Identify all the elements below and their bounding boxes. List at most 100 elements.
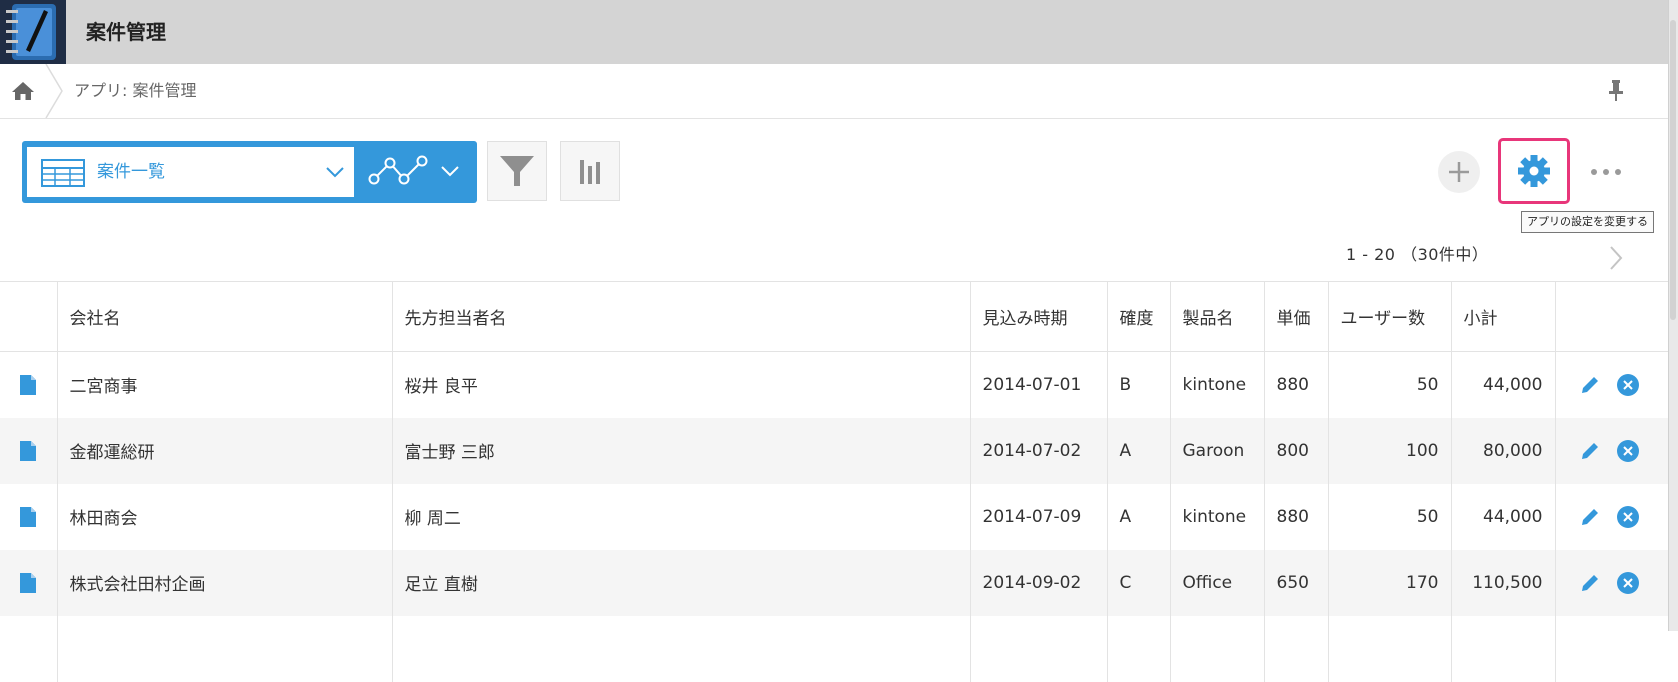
document-icon[interactable]	[19, 506, 37, 528]
pin-icon[interactable]	[1606, 78, 1626, 102]
delete-icon[interactable]	[1616, 505, 1640, 529]
scrollbar[interactable]	[1670, 20, 1676, 320]
chevron-down-icon	[441, 166, 459, 177]
filter-icon	[500, 156, 534, 186]
cell-empty	[392, 615, 971, 682]
cell-date: 2014-07-09	[970, 483, 1108, 550]
column-header-icon	[0, 281, 58, 352]
cell-company: 林田商会	[57, 483, 393, 550]
cell-empty	[1328, 615, 1452, 682]
cell-empty	[1451, 615, 1556, 682]
cell-certainty: A	[1107, 483, 1171, 550]
cell-company: 株式会社田村企画	[57, 549, 393, 616]
cell-users: 100	[1328, 417, 1452, 484]
column-header[interactable]: 先方担当者名	[392, 281, 971, 352]
table-row: 金都運総研 富士野 三郎 2014-07-02 A Garoon 800 100…	[0, 417, 1668, 484]
cell-date: 2014-09-02	[970, 549, 1108, 616]
home-icon[interactable]	[10, 80, 36, 102]
cell-subtotal: 110,500	[1451, 549, 1556, 616]
filter-button[interactable]	[487, 141, 547, 201]
column-header[interactable]: 見込み時期	[970, 281, 1108, 352]
chevron-down-icon	[326, 167, 344, 178]
pencil-icon[interactable]	[1578, 439, 1602, 463]
pagination-count: 1 - 20 （30件中）	[1346, 245, 1489, 264]
record-icon-cell	[0, 549, 58, 616]
column-header[interactable]: 会社名	[57, 281, 393, 352]
table-row: 二宮商事 桜井 良平 2014-07-01 B kintone 880 50 4…	[0, 351, 1668, 418]
cell-contact: 足立 直樹	[392, 549, 971, 616]
view-selector-group: 案件一覧	[22, 141, 477, 203]
delete-icon[interactable]	[1616, 439, 1640, 463]
document-icon[interactable]	[19, 572, 37, 594]
table-row: 林田商会 柳 周二 2014-07-09 A kintone 880 50 44…	[0, 483, 1668, 550]
record-icon-cell	[0, 483, 58, 550]
cell-empty	[1107, 615, 1171, 682]
column-header[interactable]: 単価	[1264, 281, 1329, 352]
cell-empty	[970, 615, 1108, 682]
cell-price: 880	[1264, 483, 1329, 550]
document-icon[interactable]	[19, 440, 37, 462]
cell-contact: 富士野 三郎	[392, 417, 971, 484]
breadcrumb-separator	[45, 64, 63, 118]
settings-tooltip: アプリの設定を変更する	[1521, 211, 1654, 233]
cell-date: 2014-07-02	[970, 417, 1108, 484]
cell-contact: 桜井 良平	[392, 351, 971, 418]
document-icon[interactable]	[19, 374, 37, 396]
cell-empty	[1555, 615, 1668, 682]
cell-certainty: C	[1107, 549, 1171, 616]
cell-users: 50	[1328, 351, 1452, 418]
app-settings-button[interactable]	[1498, 138, 1570, 204]
cell-price: 800	[1264, 417, 1329, 484]
cell-users: 50	[1328, 483, 1452, 550]
records-table: 会社名 先方担当者名 見込み時期 確度 製品名 単価 ユーザー数 小計 二宮商事…	[0, 281, 1668, 682]
cell-contact: 柳 周二	[392, 483, 971, 550]
column-header[interactable]: ユーザー数	[1328, 281, 1452, 352]
record-icon-cell	[0, 417, 58, 484]
chevron-right-icon[interactable]	[1604, 244, 1628, 272]
cell-product: kintone	[1170, 483, 1265, 550]
column-header[interactable]: 小計	[1451, 281, 1556, 352]
view-select-label: 案件一覧	[97, 162, 165, 182]
cell-price: 880	[1264, 351, 1329, 418]
cell-date: 2014-07-01	[970, 351, 1108, 418]
pencil-icon[interactable]	[1578, 373, 1602, 397]
column-header[interactable]: 製品名	[1170, 281, 1265, 352]
more-icon[interactable]	[1588, 163, 1624, 181]
cell-price: 650	[1264, 549, 1329, 616]
column-header[interactable]: 確度	[1107, 281, 1171, 352]
cell-certainty: A	[1107, 417, 1171, 484]
delete-icon[interactable]	[1616, 571, 1640, 595]
table-row-partial	[0, 615, 1668, 682]
gear-icon	[1518, 155, 1550, 187]
row-actions	[1555, 483, 1668, 550]
app-title: 案件管理	[86, 20, 166, 44]
cell-empty	[1170, 615, 1265, 682]
record-icon-cell	[0, 351, 58, 418]
graph-view-button[interactable]	[360, 147, 474, 197]
cell-product: Office	[1170, 549, 1265, 616]
add-record-button[interactable]	[1438, 151, 1480, 193]
breadcrumb-app-link[interactable]: アプリ: 案件管理	[74, 64, 196, 118]
cell-users: 170	[1328, 549, 1452, 616]
table-view-icon	[41, 159, 85, 187]
row-actions	[1555, 549, 1668, 616]
view-select[interactable]: 案件一覧	[27, 147, 354, 197]
pencil-icon[interactable]	[1578, 571, 1602, 595]
cell-empty	[1264, 615, 1329, 682]
delete-icon[interactable]	[1616, 373, 1640, 397]
bar-chart-icon	[580, 160, 600, 184]
cell-certainty: B	[1107, 351, 1171, 418]
row-actions	[1555, 351, 1668, 418]
cell-empty	[57, 615, 393, 682]
cell-company: 金都運総研	[57, 417, 393, 484]
cell-subtotal: 80,000	[1451, 417, 1556, 484]
cell-subtotal: 44,000	[1451, 351, 1556, 418]
row-actions	[1555, 417, 1668, 484]
cell-product: kintone	[1170, 351, 1265, 418]
column-header-actions	[1555, 281, 1668, 352]
pencil-icon[interactable]	[1578, 505, 1602, 529]
cell-empty	[0, 615, 58, 682]
chart-button[interactable]	[560, 141, 620, 201]
app-header: 案件管理	[0, 0, 1668, 64]
breadcrumb: アプリ: 案件管理	[0, 64, 1668, 119]
